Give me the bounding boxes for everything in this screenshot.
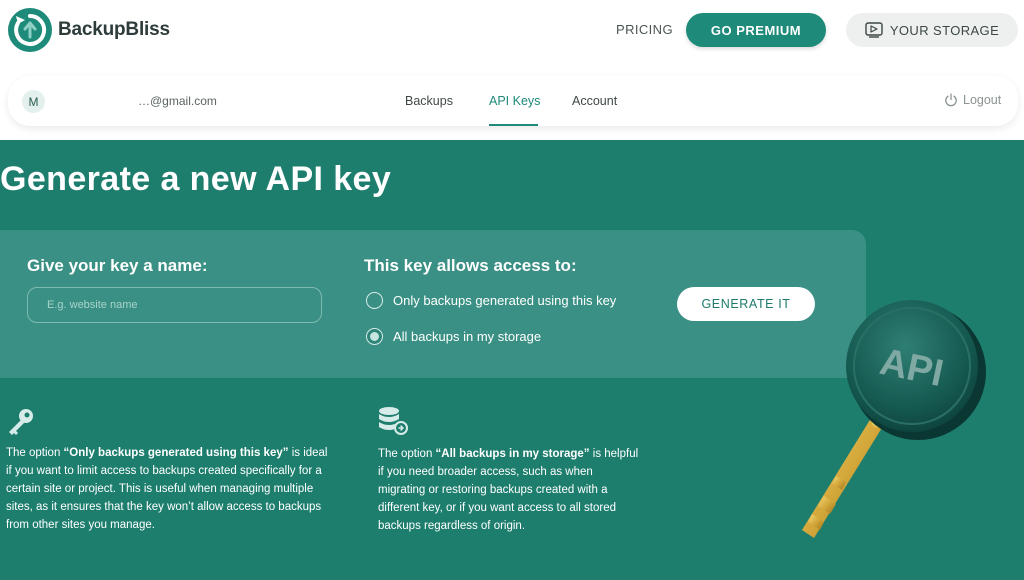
account-bar: M …@gmail.com Backups API Keys Account L…: [8, 76, 1018, 126]
your-storage-button[interactable]: YOUR STORAGE: [846, 13, 1018, 47]
access-option-own-backups-label: Only backups generated using this key: [393, 293, 617, 308]
brand-logo[interactable]: BackupBliss: [7, 7, 170, 53]
active-tab-indicator: [489, 124, 538, 126]
access-option-own-backups[interactable]: Only backups generated using this key: [366, 292, 616, 309]
info-all-backups: The option “All backups in my storage” i…: [378, 448, 639, 532]
key-icon: [9, 409, 33, 435]
logo-mark-icon: [8, 8, 52, 52]
go-premium-button[interactable]: GO PREMIUM: [686, 13, 826, 47]
radio-all-backups[interactable]: [366, 328, 383, 345]
page-title: Generate a new API key: [0, 160, 392, 198]
key-name-label: Give your key a name:: [27, 256, 208, 275]
brand-name: BackupBliss: [58, 19, 170, 40]
info-own-backups: The option “Only backups generated using…: [6, 447, 328, 531]
power-icon: [945, 93, 957, 107]
api-key-form-card: Give your key a name: This key allows ac…: [0, 230, 866, 378]
storage-icon: [865, 22, 883, 38]
your-storage-label: YOUR STORAGE: [889, 22, 1000, 38]
avatar[interactable]: M: [22, 90, 45, 113]
tab-backups[interactable]: Backups: [405, 94, 453, 108]
database-icon: [379, 407, 408, 435]
user-email: …@gmail.com: [138, 94, 217, 108]
access-option-all-backups[interactable]: All backups in my storage: [366, 328, 541, 345]
info-own-backups-highlight: “Only backups generated using this key”: [63, 447, 289, 459]
api-key-illustration: API: [802, 300, 986, 538]
logout-label: Logout: [963, 93, 1002, 107]
nav-pricing-link[interactable]: PRICING: [616, 22, 673, 37]
tab-account[interactable]: Account: [572, 94, 617, 108]
access-label: This key allows access to:: [364, 256, 577, 275]
key-name-input[interactable]: [27, 287, 322, 323]
access-option-all-backups-label: All backups in my storage: [393, 329, 542, 344]
radio-own-backups[interactable]: [366, 292, 383, 309]
tab-api-keys[interactable]: API Keys: [489, 94, 540, 108]
info-all-backups-highlight: “All backups in my storage”: [435, 448, 590, 460]
logout-button[interactable]: Logout: [944, 93, 1001, 107]
